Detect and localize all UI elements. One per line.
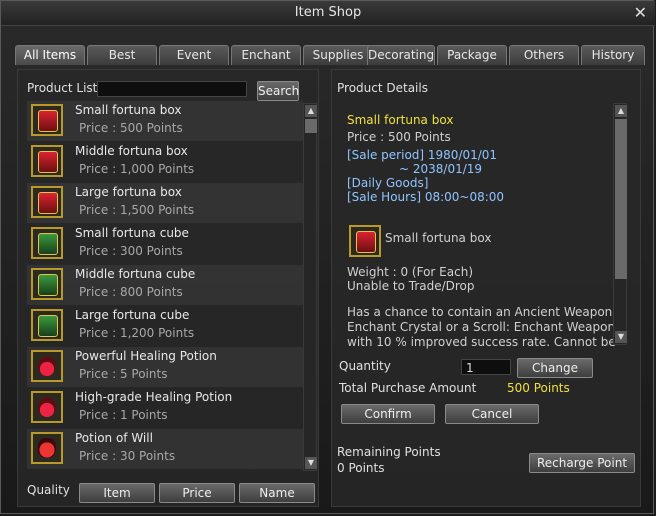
fortuna-cube-icon	[31, 309, 63, 341]
product-details: Small fortuna box Price : 500 Points [Sa…	[341, 105, 616, 349]
fortuna-box-icon	[349, 225, 381, 257]
item-name: Middle fortuna cube	[75, 267, 196, 281]
search-input[interactable]	[97, 81, 247, 97]
item-name: Potion of Will	[75, 431, 153, 445]
tab-event[interactable]: Event	[159, 45, 229, 65]
detail-weight: Weight : 0 (For Each)	[347, 265, 473, 279]
detail-description-line: Enchant Crystal or a Scroll: Enchant Wea…	[347, 320, 616, 334]
tab-supplies[interactable]: Supplies	[303, 45, 373, 65]
detail-name: Small fortuna box	[347, 113, 454, 127]
sort-price-button[interactable]: Price	[159, 483, 235, 503]
list-item[interactable]: High-grade Healing Potion Price : 1 Poin…	[27, 388, 303, 428]
fortuna-box-icon	[31, 145, 63, 177]
total-purchase-value: 500 Points	[507, 381, 570, 395]
item-price: Price : 500 Points	[79, 121, 183, 135]
total-purchase-label: Total Purchase Amount	[339, 381, 477, 395]
item-price: Price : 1,000 Points	[79, 162, 195, 176]
item-price: Price : 300 Points	[79, 244, 183, 258]
list-item[interactable]: Potion of Will Price : 30 Points	[27, 429, 303, 469]
item-price: Price : 1,200 Points	[79, 326, 195, 340]
tab-package[interactable]: Package	[437, 45, 507, 65]
search-button[interactable]: Search	[257, 81, 299, 101]
item-price: Price : 5 Points	[79, 367, 168, 381]
tab-decorating[interactable]: Decorating	[367, 45, 435, 65]
item-name: Small fortuna box	[75, 103, 182, 117]
sort-item-button[interactable]: Item	[79, 483, 155, 503]
item-name: Middle fortuna box	[75, 144, 188, 158]
item-shop-window: Item Shop ✕ All Items Best Event Enchant…	[0, 0, 655, 514]
detail-trade: Unable to Trade/Drop	[347, 279, 475, 293]
quantity-input[interactable]: 1	[461, 359, 511, 375]
remaining-points-label: Remaining Points	[337, 445, 441, 459]
recharge-point-button[interactable]: Recharge Point	[529, 453, 635, 473]
healing-potion-icon	[31, 350, 63, 382]
tab-enchant[interactable]: Enchant	[231, 45, 301, 65]
detail-sale-hours: [Sale Hours] 08:00~08:00	[347, 190, 505, 204]
item-name: Small fortuna cube	[75, 226, 189, 240]
change-button[interactable]: Change	[517, 358, 593, 378]
list-item[interactable]: Small fortuna cube Price : 300 Points	[27, 224, 303, 264]
list-item[interactable]: Small fortuna box Price : 500 Points	[27, 101, 303, 141]
scroll-up-icon[interactable]: ▲	[615, 105, 627, 117]
list-item[interactable]: Middle fortuna box Price : 1,000 Points	[27, 142, 303, 182]
quality-label: Quality	[27, 483, 70, 497]
quantity-label: Quantity	[339, 359, 391, 373]
tab-best[interactable]: Best	[87, 45, 157, 65]
scroll-down-icon[interactable]: ▼	[305, 457, 317, 469]
close-icon[interactable]: ✕	[634, 3, 647, 22]
detail-price: Price : 500 Points	[347, 130, 451, 144]
tab-others[interactable]: Others	[509, 45, 579, 65]
fortuna-box-icon	[31, 104, 63, 136]
product-list-scrollbar[interactable]: ▲ ▼	[303, 103, 317, 471]
product-details-label: Product Details	[337, 81, 428, 95]
potion-of-will-icon	[31, 432, 63, 464]
detail-item-name: Small fortuna box	[385, 231, 492, 245]
item-name: Large fortuna box	[75, 185, 182, 199]
fortuna-cube-icon	[31, 268, 63, 300]
fortuna-cube-icon	[31, 227, 63, 259]
category-tabs: All Items Best Event Enchant Supplies De…	[15, 45, 645, 65]
scroll-thumb[interactable]	[615, 119, 627, 279]
list-item[interactable]: Large fortuna box Price : 1,500 Points	[27, 183, 303, 223]
fortuna-box-icon	[31, 186, 63, 218]
list-item[interactable]: Middle fortuna cube Price : 800 Points	[27, 265, 303, 305]
details-scrollbar[interactable]: ▲ ▼	[613, 103, 627, 345]
detail-sale-period: [Sale period] 1980/01/01	[347, 148, 498, 162]
sort-name-button[interactable]: Name	[239, 483, 315, 503]
scroll-up-icon[interactable]: ▲	[305, 105, 317, 117]
item-name: High-grade Healing Potion	[75, 390, 233, 404]
product-list: Small fortuna box Price : 500 Points Mid…	[27, 101, 303, 473]
item-name: Large fortuna cube	[75, 308, 190, 322]
list-item[interactable]: Large fortuna cube Price : 1,200 Points	[27, 306, 303, 346]
list-item[interactable]: Powerful Healing Potion Price : 5 Points	[27, 347, 303, 387]
tab-all-items[interactable]: All Items	[15, 45, 85, 65]
title-bar[interactable]: Item Shop ✕	[1, 1, 655, 26]
scroll-thumb[interactable]	[305, 119, 317, 133]
healing-potion-icon	[31, 391, 63, 423]
scroll-down-icon[interactable]: ▼	[615, 331, 627, 343]
tab-history[interactable]: History	[581, 45, 645, 65]
item-price: Price : 1,500 Points	[79, 203, 195, 217]
item-price: Price : 800 Points	[79, 285, 183, 299]
detail-daily-goods: [Daily Goods]	[347, 176, 429, 190]
item-price: Price : 1 Points	[79, 408, 168, 422]
detail-description-line: with 10 % improved success rate. Cannot …	[347, 335, 616, 349]
remaining-points-value: 0 Points	[337, 461, 385, 475]
detail-sale-period-end: ~ 2038/01/19	[399, 162, 483, 176]
confirm-button[interactable]: Confirm	[341, 404, 435, 424]
product-list-label: Product List	[27, 81, 98, 95]
detail-description-line: Has a chance to contain an Ancient Weapo…	[347, 305, 613, 319]
window-title: Item Shop	[294, 5, 362, 20]
cancel-button[interactable]: Cancel	[445, 404, 539, 424]
item-name: Powerful Healing Potion	[75, 349, 217, 363]
item-price: Price : 30 Points	[79, 449, 176, 463]
